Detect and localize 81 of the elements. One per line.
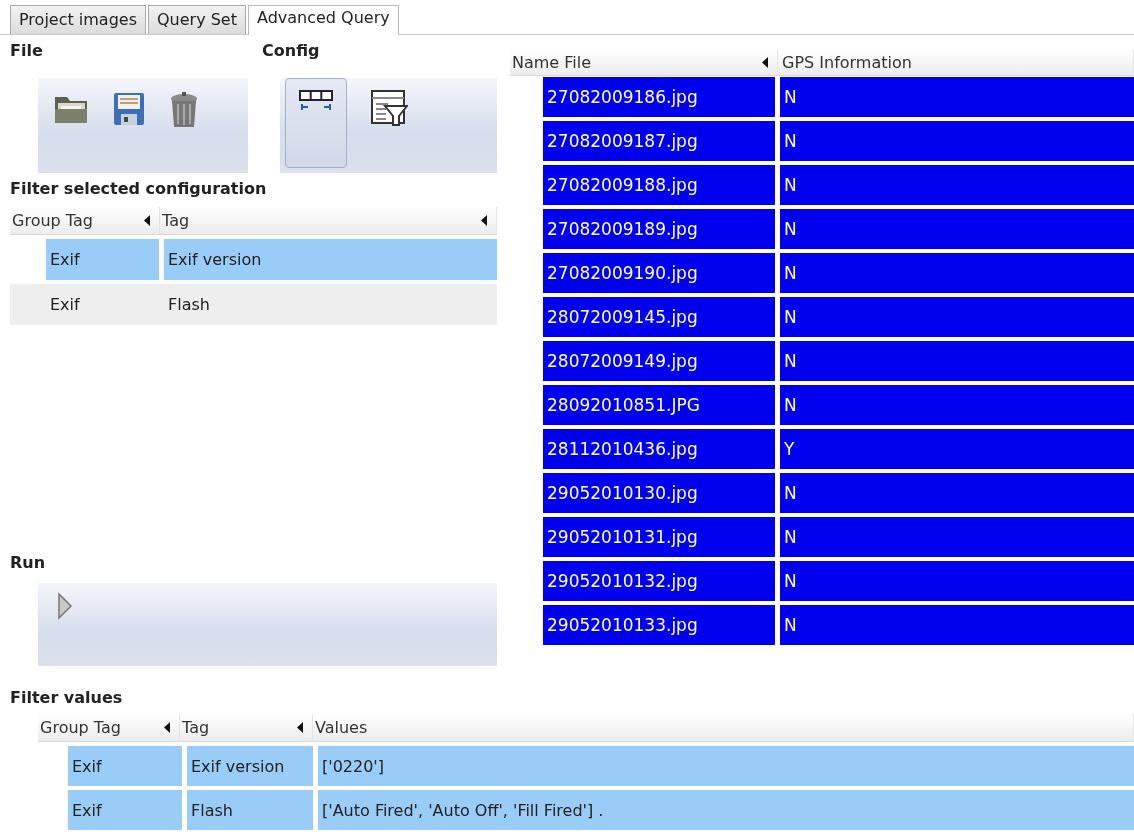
play-icon bbox=[57, 592, 73, 620]
tab[interactable]: Project images bbox=[10, 5, 146, 34]
table-cell: Exif bbox=[46, 239, 159, 280]
table-row[interactable]: 27082009189.jpg N bbox=[510, 209, 1134, 249]
table-cell: 28072009149.jpg bbox=[543, 341, 775, 381]
table-row[interactable]: 27082009188.jpg N bbox=[510, 165, 1134, 205]
table-row[interactable]: Exif Flash bbox=[10, 284, 497, 325]
column-header[interactable]: Group Tag bbox=[38, 714, 180, 741]
columns-icon bbox=[298, 89, 334, 113]
section-title: Filter selected configuration bbox=[10, 178, 268, 200]
table-cell: 28112010436.jpg bbox=[543, 429, 775, 469]
table-cell-text: Flash bbox=[167, 294, 211, 316]
sort-arrow-icon bbox=[762, 57, 769, 68]
sort-arrow-icon bbox=[144, 215, 151, 226]
table-cell: N bbox=[780, 77, 1134, 117]
table-cell: ['0220'] bbox=[318, 746, 1134, 786]
table-cell: Y bbox=[780, 429, 1134, 469]
table-row[interactable]: 29052010130.jpg N bbox=[510, 473, 1134, 513]
column-header[interactable]: Name File bbox=[510, 50, 778, 75]
table-row[interactable]: 29052010132.jpg N bbox=[510, 561, 1134, 601]
table-row[interactable]: Exif Exif version ['0220'] bbox=[10, 746, 1134, 786]
table-row[interactable]: 28072009145.jpg N bbox=[510, 297, 1134, 337]
table-cell: Flash bbox=[187, 790, 313, 830]
sort-arrow-icon bbox=[481, 215, 488, 226]
table-cell: 29052010132.jpg bbox=[543, 561, 775, 601]
table-row[interactable]: Exif Exif version bbox=[10, 239, 497, 280]
table-cell: Exif bbox=[68, 790, 182, 830]
table-cell: 27082009188.jpg bbox=[543, 165, 775, 205]
table-cell: N bbox=[780, 341, 1134, 381]
columns-button[interactable] bbox=[285, 78, 347, 168]
table-cell: N bbox=[780, 121, 1134, 161]
section-title: File bbox=[10, 40, 43, 62]
column-header[interactable]: Tag bbox=[160, 207, 497, 234]
table-cell: 29052010130.jpg bbox=[543, 473, 775, 513]
tab[interactable]: Query Set bbox=[148, 5, 246, 34]
trash-can-icon bbox=[169, 91, 199, 129]
table-cell: N bbox=[780, 561, 1134, 601]
table-cell-text: Exif bbox=[49, 294, 81, 316]
sort-arrow-icon bbox=[297, 722, 304, 733]
table-cell: N bbox=[780, 385, 1134, 425]
column-header[interactable]: GPS Information bbox=[778, 50, 1134, 75]
filter-icon bbox=[370, 89, 408, 127]
section-title: Filter values bbox=[10, 687, 124, 709]
table-cell: 27082009186.jpg bbox=[543, 77, 775, 117]
table-row[interactable]: 28112010436.jpg Y bbox=[510, 429, 1134, 469]
table-cell: ['Auto Fired', 'Auto Off', 'Fill Fired'] . bbox=[318, 790, 1134, 830]
table-cell: 27082009187.jpg bbox=[543, 121, 775, 161]
table-row[interactable]: 27082009186.jpg N bbox=[510, 77, 1134, 117]
table-row[interactable]: 29052010131.jpg N bbox=[510, 517, 1134, 557]
table-row[interactable]: 27082009190.jpg N bbox=[510, 253, 1134, 293]
column-header[interactable]: Tag bbox=[180, 714, 313, 741]
section-title: Run bbox=[10, 552, 47, 574]
table-cell: N bbox=[780, 209, 1134, 249]
column-header[interactable]: Group Tag bbox=[10, 207, 160, 234]
table-row[interactable]: 27082009187.jpg N bbox=[510, 121, 1134, 161]
table-cell: N bbox=[780, 473, 1134, 513]
table-cell: Exif version bbox=[164, 239, 497, 280]
table-cell: N bbox=[780, 165, 1134, 205]
table-row[interactable]: Exif Flash ['Auto Fired', 'Auto Off', 'Fill Fired'] . bbox=[10, 790, 1134, 830]
table-row[interactable]: 29052010133.jpg N bbox=[510, 605, 1134, 645]
table-cell: Exif bbox=[68, 746, 182, 786]
tab[interactable]: Advanced Query bbox=[248, 5, 399, 35]
table-cell: N bbox=[780, 297, 1134, 337]
table-row[interactable]: 28072009149.jpg N bbox=[510, 341, 1134, 381]
table-cell: 28072009145.jpg bbox=[543, 297, 775, 337]
table-cell: N bbox=[780, 517, 1134, 557]
table-cell: 27082009189.jpg bbox=[543, 209, 775, 249]
table-row[interactable]: 28092010851.JPG N bbox=[510, 385, 1134, 425]
table-cell: N bbox=[780, 253, 1134, 293]
delete-button[interactable] bbox=[168, 90, 200, 130]
run-button[interactable] bbox=[56, 591, 74, 621]
sort-arrow-icon bbox=[164, 722, 171, 733]
section-title: Config bbox=[262, 40, 320, 62]
table-cell: 29052010131.jpg bbox=[543, 517, 775, 557]
table-cell: Exif version bbox=[187, 746, 313, 786]
column-header[interactable]: Values bbox=[313, 714, 1134, 741]
save-button[interactable] bbox=[112, 90, 146, 128]
table-cell: 27082009190.jpg bbox=[543, 253, 775, 293]
table-cell: 29052010133.jpg bbox=[543, 605, 775, 645]
table-cell: 28092010851.JPG bbox=[543, 385, 775, 425]
table-cell: N bbox=[780, 605, 1134, 645]
